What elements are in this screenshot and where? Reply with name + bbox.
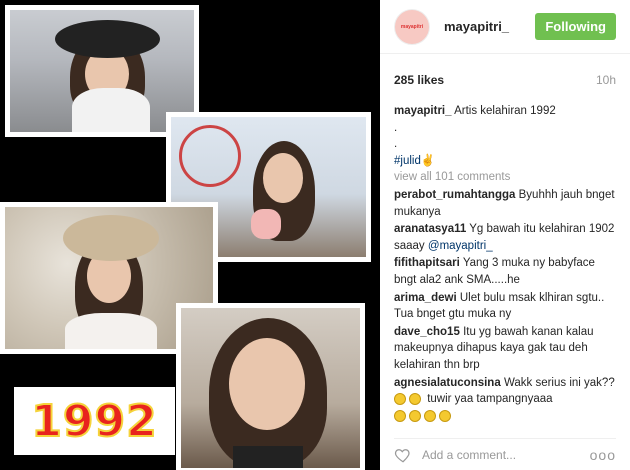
avatar-text: mayapitri <box>400 23 424 30</box>
post-time[interactable]: 10h <box>596 73 616 87</box>
post-header: mayapitri mayapitri_ Following <box>380 0 630 54</box>
comment-item: perabot_rumahtangga Byuhhh jauh bnget mu… <box>394 187 616 220</box>
comment-item: aranatasya11 Yg bawah itu kelahiran 1902… <box>394 221 616 254</box>
victory-hand-icon: ✌ <box>420 154 436 167</box>
caption-tag-line: #julid✌ <box>394 153 616 170</box>
caption-line-2: . <box>394 121 398 134</box>
comment-mention[interactable]: @mayapitri_ <box>428 240 493 252</box>
more-options-icon[interactable]: ooo <box>590 447 616 463</box>
caption-line-3: . <box>394 138 398 151</box>
laughing-emoji-icon <box>439 409 451 422</box>
comment-username[interactable]: perabot_rumahtangga <box>394 189 515 201</box>
year-badge: 1992 <box>14 387 175 455</box>
comment-footer: Add a comment... ooo <box>394 438 616 470</box>
add-comment-input[interactable]: Add a comment... <box>422 448 590 462</box>
post-side-panel: mayapitri mayapitri_ Following 285 likes… <box>380 0 630 470</box>
laughing-emoji-icon <box>394 393 406 406</box>
caption: mayapitri_ Artis kelahiran 1992 <box>394 103 616 120</box>
following-button[interactable]: Following <box>535 13 616 40</box>
photo-woman-selfie <box>176 303 365 470</box>
laughing-emoji-icon <box>394 409 406 422</box>
post-meta: 285 likes 10h <box>380 73 630 87</box>
comment-item: fifithapitsari Yang 3 muka ny babyface b… <box>394 255 616 288</box>
laughing-emoji-icon <box>409 393 421 406</box>
emoji-row <box>394 408 616 425</box>
comment-username[interactable]: fifithapitsari <box>394 257 460 269</box>
laughing-emoji-icon <box>424 409 436 422</box>
comment-username[interactable]: dave_cho15 <box>394 326 460 338</box>
comment-text-2: tuwir yaa tampangnyaaa <box>427 393 553 406</box>
avatar[interactable]: mayapitri <box>394 8 430 45</box>
caption-username[interactable]: mayapitri_ <box>394 105 452 117</box>
comment-item: arima_dewi Ulet bulu msak klhiran sgtu..… <box>394 290 616 323</box>
comment-text: Wakk serius ini yak?? <box>503 376 615 389</box>
comments-list: mayapitri_ Artis kelahiran 1992 . . #jul… <box>380 103 630 424</box>
caption-text: Artis kelahiran 1992 <box>454 105 556 117</box>
likes-count[interactable]: 285 likes <box>394 73 444 87</box>
comment-username[interactable]: agnesialatuconsina <box>394 377 501 389</box>
comment-item: agnesialatuconsina Wakk serius ini yak??… <box>394 375 616 425</box>
comment-username[interactable]: arima_dewi <box>394 292 457 304</box>
view-all-comments-link[interactable]: view all 101 comments <box>394 169 616 186</box>
laughing-emoji-icon <box>409 409 421 422</box>
year-badge-text: 1992 <box>30 395 158 448</box>
hashtag-julid[interactable]: #julid <box>394 155 421 167</box>
comment-item: dave_cho15 Itu yg bawah kanan kalau make… <box>394 324 616 374</box>
heart-icon[interactable] <box>394 446 412 464</box>
comment-username[interactable]: aranatasya11 <box>394 223 466 235</box>
post-username[interactable]: mayapitri_ <box>444 19 535 34</box>
